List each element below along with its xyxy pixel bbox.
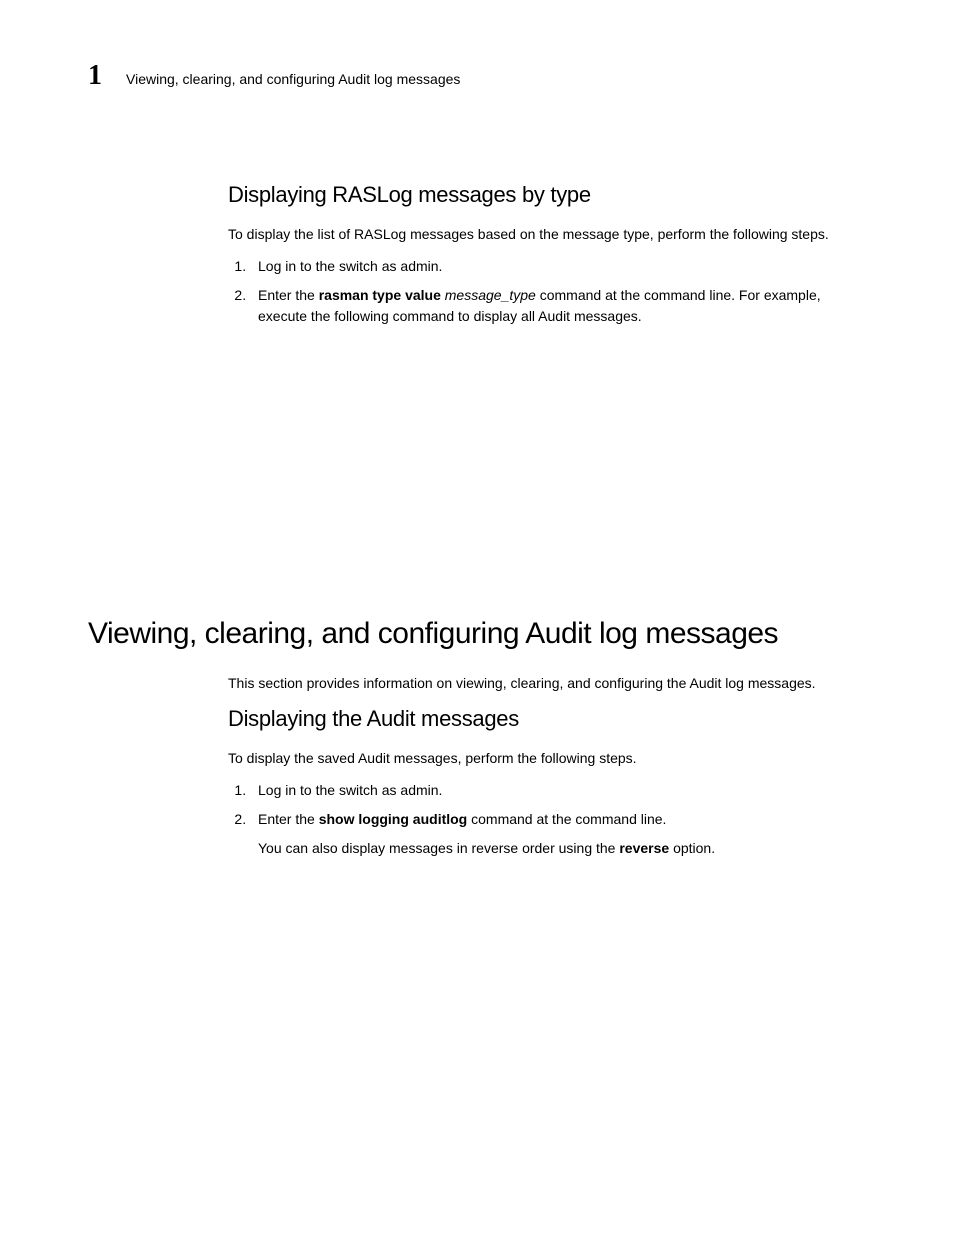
intro-text: To display the list of RASLog messages b…: [228, 224, 866, 244]
subheading-raslog-type: Displaying RASLog messages by type: [228, 182, 866, 208]
step-item: Enter the show logging auditlog command …: [250, 809, 866, 858]
intro-text: This section provides information on vie…: [228, 673, 866, 693]
intro-text: To display the saved Audit messages, per…: [228, 748, 866, 768]
step-item: Log in to the switch as admin.: [250, 256, 866, 277]
command-text: show logging auditlog: [319, 811, 468, 827]
note-text: option.: [669, 840, 715, 856]
running-header-title: Viewing, clearing, and configuring Audit…: [126, 71, 460, 87]
chapter-number: 1: [88, 60, 102, 92]
step-text: Enter the: [258, 287, 319, 303]
command-arg: message_type: [441, 287, 536, 303]
steps-list: Log in to the switch as admin. Enter the…: [228, 780, 866, 858]
step-item: Log in to the switch as admin.: [250, 780, 866, 801]
page-header: 1 Viewing, clearing, and configuring Aud…: [88, 60, 866, 92]
main-heading-audit: Viewing, clearing, and configuring Audit…: [88, 617, 866, 651]
command-text: rasman type value: [319, 287, 441, 303]
step-item: Enter the rasman type value message_type…: [250, 285, 866, 327]
option-text: reverse: [619, 840, 669, 856]
step-text: Enter the: [258, 811, 319, 827]
steps-list: Log in to the switch as admin. Enter the…: [228, 256, 866, 327]
step-text: command at the command line.: [467, 811, 666, 827]
section-body: This section provides information on vie…: [228, 673, 866, 858]
subheading-display-audit: Displaying the Audit messages: [228, 706, 866, 732]
section-audit-log: Viewing, clearing, and configuring Audit…: [88, 617, 866, 858]
page: 1 Viewing, clearing, and configuring Aud…: [0, 0, 954, 926]
step-note: You can also display messages in reverse…: [258, 838, 866, 858]
note-text: You can also display messages in reverse…: [258, 840, 619, 856]
section-raslog-by-type: Displaying RASLog messages by type To di…: [228, 182, 866, 327]
